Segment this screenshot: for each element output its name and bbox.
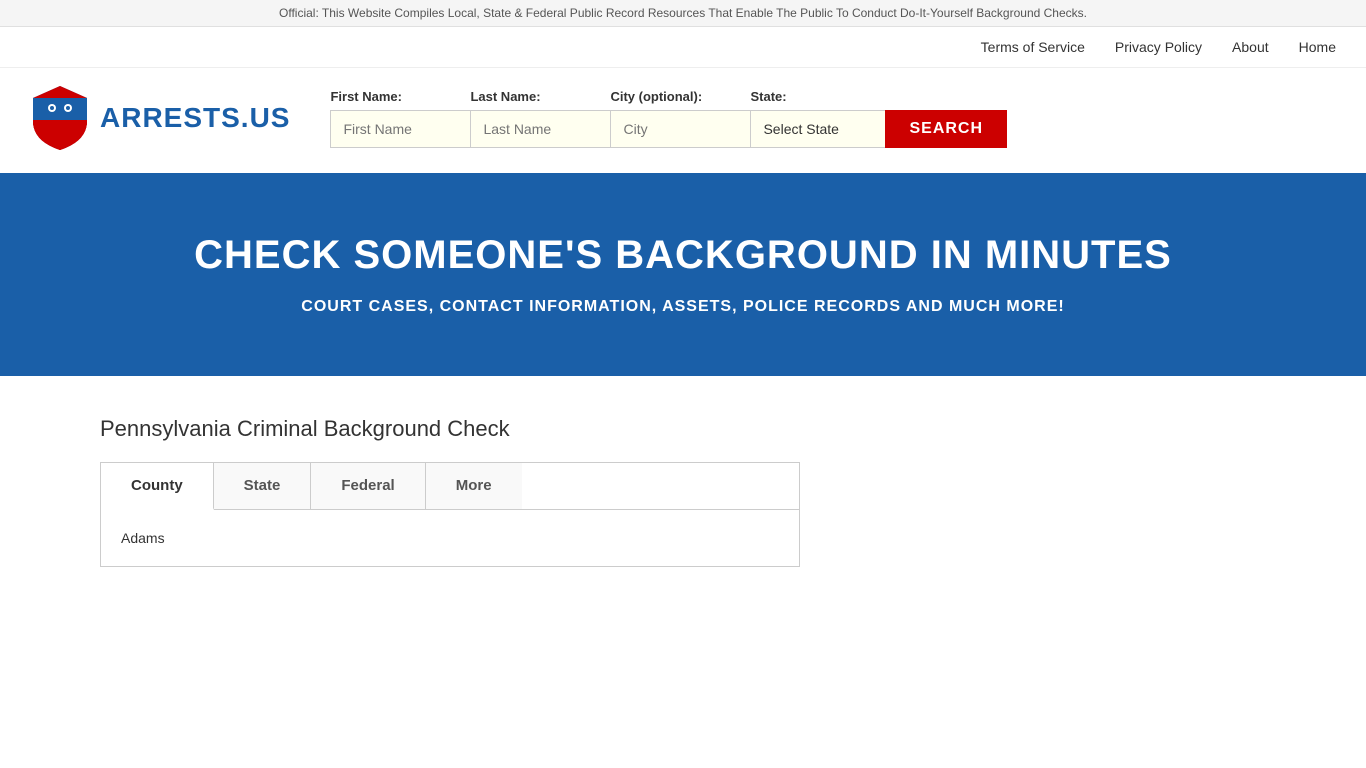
tab-federal[interactable]: Federal: [311, 463, 425, 509]
first-name-label: First Name:: [330, 89, 470, 104]
header: ARRESTS.US First Name: Last Name: City (…: [0, 68, 1366, 173]
tab-more[interactable]: More: [426, 463, 522, 509]
tabs-header: County State Federal More: [101, 463, 799, 510]
nav-privacy-policy[interactable]: Privacy Policy: [1115, 39, 1202, 55]
logo-text: ARRESTS.US: [100, 102, 290, 134]
first-name-input[interactable]: [330, 110, 470, 148]
state-select[interactable]: Select State Alabama Alaska Arizona Arka…: [750, 110, 885, 148]
announcement-text: Official: This Website Compiles Local, S…: [279, 6, 1087, 20]
last-name-input[interactable]: [470, 110, 610, 148]
tab-content-county: Adams: [101, 510, 799, 566]
search-form: First Name: Last Name: City (optional): …: [330, 89, 1007, 148]
tab-county[interactable]: County: [101, 463, 214, 510]
navigation: Terms of Service Privacy Policy About Ho…: [0, 27, 1366, 68]
main-content: Pennsylvania Criminal Background Check C…: [0, 376, 1366, 607]
search-button[interactable]: SEARCH: [885, 110, 1007, 148]
hero-banner: CHECK SOMEONE'S BACKGROUND IN MINUTES CO…: [0, 173, 1366, 376]
list-item[interactable]: Adams: [121, 526, 779, 550]
hero-title: CHECK SOMEONE'S BACKGROUND IN MINUTES: [30, 233, 1336, 278]
nav-terms-of-service[interactable]: Terms of Service: [981, 39, 1085, 55]
logo-shield-icon: [30, 83, 90, 153]
announcement-bar: Official: This Website Compiles Local, S…: [0, 0, 1366, 27]
hero-subtitle: COURT CASES, CONTACT INFORMATION, ASSETS…: [30, 298, 1336, 316]
tabs-container: County State Federal More Adams: [100, 462, 800, 567]
city-label: City (optional):: [610, 89, 750, 104]
nav-home[interactable]: Home: [1299, 39, 1336, 55]
nav-about[interactable]: About: [1232, 39, 1269, 55]
state-label: State:: [750, 89, 885, 104]
city-input[interactable]: [610, 110, 750, 148]
last-name-label: Last Name:: [470, 89, 610, 104]
logo-area[interactable]: ARRESTS.US: [30, 83, 290, 153]
section-title: Pennsylvania Criminal Background Check: [100, 416, 1266, 442]
tab-state[interactable]: State: [214, 463, 312, 509]
